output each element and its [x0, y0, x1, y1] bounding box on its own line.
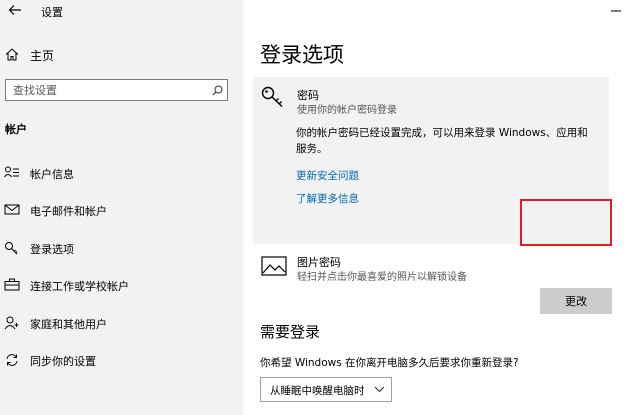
sync-icon [6, 354, 18, 366]
search-input[interactable] [6, 80, 208, 100]
search-box [5, 79, 228, 101]
briefcase-icon [4, 278, 20, 291]
sidebar-item-email-accounts[interactable]: 电子邮件和帐户 [0, 197, 243, 223]
minimize-button[interactable] [602, 0, 630, 22]
sidebar-item-label: 家庭和其他用户 [30, 318, 107, 331]
minimize-icon [611, 10, 621, 12]
add-person-icon [4, 316, 19, 330]
change-password-button[interactable]: 更改 [540, 288, 612, 314]
picture-icon [261, 256, 287, 276]
page-title: 登录选项 [260, 43, 344, 67]
sidebar-item-account-info[interactable]: 帐户信息 [0, 160, 243, 186]
highlight-box [520, 199, 612, 246]
require-signin-header: 需要登录 [260, 323, 321, 341]
home-icon [5, 48, 19, 61]
home-label: 主页 [30, 49, 55, 63]
back-arrow-icon [8, 5, 21, 15]
sidebar-item-label: 帐户信息 [30, 168, 74, 181]
chevron-down-icon [374, 386, 385, 393]
search-icon[interactable] [212, 85, 223, 96]
mail-icon [4, 204, 20, 215]
require-signin-dropdown[interactable]: 从睡眠中唤醒电脑时 [260, 377, 392, 402]
password-description: 你的帐户密码已经设置完成，可以用来登录 Windows、应用和服务。 [296, 127, 588, 155]
dropdown-selected-value: 从睡眠中唤醒电脑时 [270, 385, 365, 397]
window-title: 设置 [41, 6, 63, 19]
key-icon [261, 86, 283, 108]
require-signin-question: 你希望 Windows 在你离开电脑多久后要求你重新登录? [260, 357, 519, 369]
sidebar-item-label: 连接工作或学校帐户 [30, 280, 129, 293]
sidebar-item-label: 电子邮件和帐户 [30, 205, 107, 218]
sidebar-item-label: 登录选项 [30, 243, 74, 256]
update-security-questions-link[interactable]: 更新安全问题 [296, 168, 359, 183]
back-button[interactable] [2, 0, 28, 22]
key-icon [5, 242, 18, 255]
account-info-icon [4, 166, 19, 178]
home-nav-item[interactable]: 主页 [0, 43, 243, 67]
sidebar-item-work-school[interactable]: 连接工作或学校帐户 [0, 272, 243, 298]
sidebar: 设置 主页 帐户 帐户信息 电子邮件和帐户 登录 [0, 0, 243, 415]
picture-password-subtitle: 轻扫并点击你最喜爱的照片以解锁设备 [297, 272, 467, 283]
section-header-accounts: 帐户 [5, 123, 27, 136]
sidebar-item-family-users[interactable]: 家庭和其他用户 [0, 310, 243, 336]
sidebar-item-sign-in-options[interactable]: 登录选项 [0, 235, 243, 261]
sidebar-item-label: 同步你的设置 [30, 355, 96, 368]
sidebar-item-sync-settings[interactable]: 同步你的设置 [0, 347, 243, 373]
password-subtitle: 使用你的帐户密码登录 [297, 105, 397, 116]
learn-more-link[interactable]: 了解更多信息 [296, 191, 359, 206]
